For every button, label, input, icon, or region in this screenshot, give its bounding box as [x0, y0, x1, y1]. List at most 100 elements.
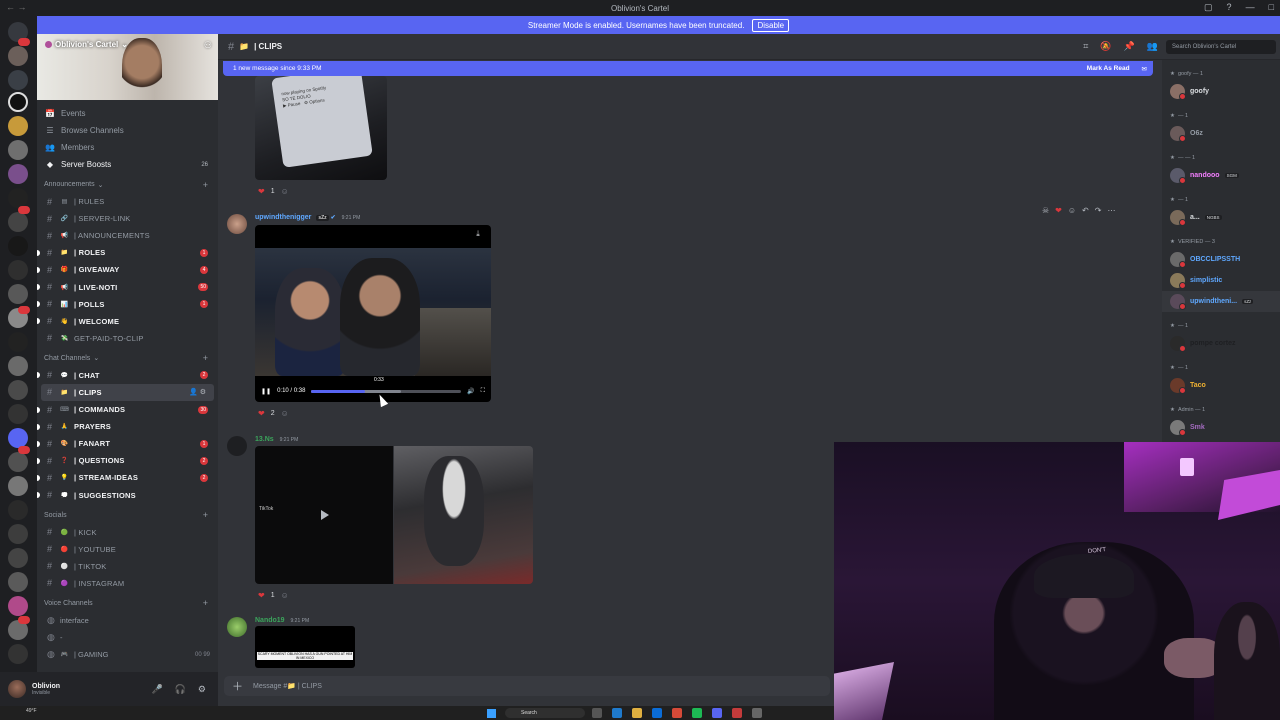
channel-item[interactable]: # 🎁 | GIVEAWAY 4: [37, 261, 218, 278]
channel-item[interactable]: # ▤ | RULES: [37, 193, 218, 210]
server-icon[interactable]: [8, 596, 28, 616]
server-name[interactable]: Oblivion's Cartel ⌄: [45, 40, 128, 49]
nav-boost[interactable]: ◆ Server Boosts 26: [37, 156, 218, 173]
server-icon[interactable]: [8, 164, 28, 184]
skull-reaction-icon[interactable]: ☠: [1042, 206, 1049, 215]
server-icon[interactable]: [8, 332, 28, 352]
server-icon[interactable]: [8, 116, 28, 136]
add-reaction-icon[interactable]: ☺: [281, 187, 289, 196]
task-view-icon[interactable]: [592, 708, 602, 718]
channel-item[interactable]: # 📁 | CLIPS 👤 ⚙: [41, 383, 214, 402]
server-icon[interactable]: [8, 236, 28, 256]
channel-item[interactable]: # 👋 | WELCOME: [37, 313, 218, 330]
play-icon[interactable]: [321, 510, 329, 520]
channel-item[interactable]: # 📊 | POLLS 1: [37, 296, 218, 313]
inbox-icon[interactable]: ▢: [1204, 2, 1213, 13]
add-channel-icon[interactable]: +: [203, 353, 208, 363]
channel-item[interactable]: # 📁 | ROLES 1: [37, 244, 218, 261]
attach-plus-icon[interactable]: ＋: [232, 678, 243, 694]
server-icon[interactable]: [8, 644, 28, 664]
forward-icon[interactable]: ↷: [1095, 206, 1102, 215]
category-chat[interactable]: Chat Channels ⌄ +: [37, 350, 218, 367]
server-icon[interactable]: [8, 140, 28, 160]
member-item[interactable]: a... NGBS: [1162, 207, 1280, 228]
member-item[interactable]: O6z: [1162, 123, 1280, 144]
chrome-icon[interactable]: [672, 708, 682, 718]
add-channel-icon[interactable]: +: [203, 180, 208, 190]
more-icon[interactable]: ⋯: [1107, 206, 1115, 215]
avatar[interactable]: [227, 436, 247, 456]
react-icon[interactable]: ☺: [1068, 206, 1076, 215]
message-username[interactable]: 13.Ns 9:21 PM: [255, 436, 298, 443]
threads-icon[interactable]: ⌗: [1083, 41, 1088, 52]
channel-item[interactable]: # 💭 | SUGGESTIONS: [37, 487, 218, 504]
invite-icon[interactable]: ⚇: [204, 40, 212, 51]
server-icon[interactable]: [8, 356, 28, 376]
member-item[interactable]: Smk: [1162, 417, 1280, 438]
server-icon[interactable]: [8, 284, 28, 304]
channel-item[interactable]: # 🔴 | YOUTUBE: [37, 541, 218, 558]
member-list-icon[interactable]: 👥: [1147, 41, 1158, 52]
avatar[interactable]: [227, 214, 247, 234]
member-item[interactable]: simplistic: [1162, 270, 1280, 291]
reaction-row[interactable]: ❤ 2 ☺: [258, 407, 289, 419]
reaction-row[interactable]: ❤ 1 ☺: [258, 589, 289, 601]
category-socials[interactable]: Socials +: [37, 507, 218, 524]
avatar[interactable]: [227, 617, 247, 637]
message-username[interactable]: Nando19 9:21 PM: [255, 617, 309, 624]
server-icon[interactable]: [8, 572, 28, 592]
channel-item[interactable]: # 💬 | CHAT 2: [37, 367, 218, 384]
reaction-row[interactable]: ❤ 1 ☺: [258, 185, 289, 197]
member-item[interactable]: nandooo SGM: [1162, 165, 1280, 186]
mute-mic-icon[interactable]: 🎤: [151, 684, 162, 695]
nav-members[interactable]: 👥 Members: [37, 139, 218, 156]
app-icon[interactable]: [752, 708, 762, 718]
back-icon[interactable]: ← →: [6, 2, 27, 12]
server-icon[interactable]: [8, 404, 28, 424]
channel-item[interactable]: # 🙏 Prayers: [37, 418, 218, 435]
server-icon[interactable]: [8, 188, 28, 208]
seek-bar[interactable]: [311, 389, 462, 393]
member-item[interactable]: OBCCLIPSSTH: [1162, 249, 1280, 270]
channel-settings-icon[interactable]: 👤 ⚙: [189, 388, 206, 396]
new-messages-bar[interactable]: 1 new message since 9:33 PM Mark As Read…: [223, 61, 1153, 76]
nav-calendar[interactable]: 📅 Events: [37, 105, 218, 122]
spotify-icon[interactable]: [692, 708, 702, 718]
channel-item[interactable]: # 📢 | ANNOUNCEMENTS: [37, 227, 218, 244]
channel-item[interactable]: # 💡 | STREAM-IDEAS 2: [37, 469, 218, 486]
member-item[interactable]: pompe cortez: [1162, 333, 1280, 354]
server-icon[interactable]: [8, 428, 28, 448]
video-player[interactable]: ⤓ 0:33 ❚❚ 0:10 / 0:38 🔊 ⛶: [255, 225, 491, 402]
server-banner[interactable]: Oblivion's Cartel ⌄ ⚇: [37, 34, 218, 100]
add-reaction-icon[interactable]: ☺: [281, 591, 289, 600]
obs-icon[interactable]: [732, 708, 742, 718]
channel-item[interactable]: # ❓ | QUESTIONS 2: [37, 452, 218, 469]
server-icon[interactable]: [8, 70, 28, 90]
server-icon[interactable]: [8, 46, 28, 66]
settings-gear-icon[interactable]: ⚙: [198, 684, 206, 695]
pin-icon[interactable]: 📌: [1124, 41, 1135, 52]
channel-item[interactable]: # 🟣 | INSTAGRAM: [37, 575, 218, 592]
windows-start-icon[interactable]: [487, 709, 496, 718]
channel-item[interactable]: ◍ interface: [37, 612, 218, 629]
server-icon[interactable]: [8, 476, 28, 496]
disable-streamer-button[interactable]: Disable: [752, 18, 790, 32]
add-channel-icon[interactable]: +: [203, 510, 208, 520]
member-item[interactable]: goofy: [1162, 81, 1280, 102]
reply-icon[interactable]: ↶: [1082, 206, 1089, 215]
channel-item[interactable]: # ⌨ | COMMANDS 30: [37, 401, 218, 418]
weather-widget[interactable]: 49°F: [26, 708, 37, 714]
server-icon[interactable]: [8, 500, 28, 520]
channel-item[interactable]: # ⚪ | TIKTOK: [37, 558, 218, 575]
server-icon[interactable]: [8, 260, 28, 280]
message-input[interactable]: ＋ Message #📁 | CLIPS: [224, 676, 830, 696]
help-icon[interactable]: ?: [1227, 2, 1232, 13]
tiktok-video[interactable]: TikTok: [255, 446, 393, 584]
channel-item[interactable]: # 💸 GET-PAID-TO-CLIP: [37, 330, 218, 347]
category-announcements[interactable]: Announcements ⌄ +: [37, 176, 218, 193]
message-image[interactable]: SCARY MOMENT OBLIVION HAS A GUN POINTED …: [255, 626, 355, 668]
channel-item[interactable]: # 🔗 | SERVER-LINK: [37, 210, 218, 227]
add-channel-icon[interactable]: +: [203, 598, 208, 608]
download-icon[interactable]: ⤓: [471, 229, 485, 241]
server-icon[interactable]: [8, 380, 28, 400]
